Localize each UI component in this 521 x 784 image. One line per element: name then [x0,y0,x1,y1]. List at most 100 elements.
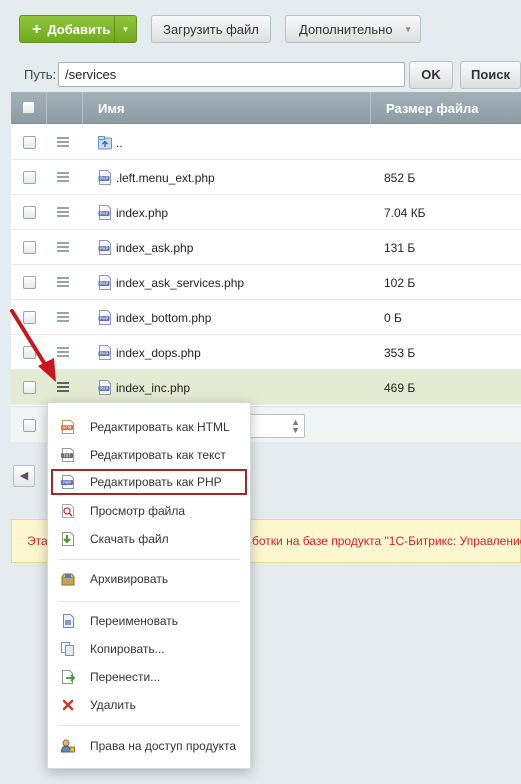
select-all-checkbox[interactable] [22,101,35,114]
add-dropdown-arrow-icon[interactable]: ▼ [114,16,136,42]
row-checkbox[interactable] [23,206,36,219]
table-row[interactable]: PHP .left.menu_ext.php 852 Б [11,160,521,195]
file-name[interactable]: index_inc.php [116,381,190,395]
menu-separator [58,601,240,602]
select-arrows-icon: ▲ ▼ [291,417,300,435]
row-checkbox[interactable] [23,241,36,254]
menu-separator [58,559,240,560]
file-size: 852 Б [384,171,416,185]
svg-text:PHP: PHP [100,176,109,181]
file-size: 0 Б [384,311,402,325]
upload-file-button[interactable]: Загрузить файл [151,15,271,43]
menu-separator [58,725,240,726]
svg-text:PHP: PHP [100,316,109,321]
view-file-icon [62,504,74,518]
delete-icon [62,699,74,711]
file-name[interactable]: index_bottom.php [116,311,211,325]
menu-item-label: Перенести... [90,670,161,684]
svg-text:PHP: PHP [100,281,109,286]
header-name-cell[interactable]: Имя [83,92,371,124]
menu-item-delete[interactable]: Удалить [51,692,247,718]
menu-item-copy[interactable]: Копировать... [51,636,247,662]
folder-up-icon [98,136,112,150]
php-file-icon: PHP [98,345,111,360]
column-name-header: Имя [98,101,125,116]
menu-item-download[interactable]: Скачать файл [51,526,247,552]
table-row[interactable]: PHP index.php 7.04 КБ [11,195,521,230]
table-header: Имя Размер файла [11,92,521,124]
menu-item-access-rights[interactable]: Права на доступ продукта [51,733,247,759]
file-size: 469 Б [384,381,416,395]
more-button-label: Дополнительно [299,22,393,37]
svg-text:PHP: PHP [100,386,109,391]
table-row[interactable]: PHP index_ask.php 131 Б [11,230,521,265]
footer-checkbox[interactable] [23,419,36,432]
menu-item-rename[interactable]: Переименовать [51,608,247,634]
prev-page-button[interactable]: ◀ [13,465,35,487]
table-row-selected[interactable]: PHP index_inc.php 469 Б [11,370,521,405]
row-menu-icon[interactable] [57,242,69,252]
menu-item-edit-text[interactable]: TXT Редактировать как текст [51,442,247,468]
menu-item-label: Редактировать как HTML [90,420,230,434]
more-button[interactable]: Дополнительно ▼ [285,15,421,43]
row-menu-icon[interactable] [57,207,69,217]
file-table: Имя Размер файла .. PHP .left.menu_ext.p… [11,92,521,442]
file-name[interactable]: index_ask.php [116,241,193,255]
search-button[interactable]: Поиск [460,61,521,89]
table-row[interactable]: .. [11,125,521,160]
row-checkbox[interactable] [23,276,36,289]
header-checkbox-cell [11,92,47,124]
php-file-icon: PHP [98,205,111,220]
file-name[interactable]: index_ask_services.php [116,276,244,290]
menu-item-move[interactable]: Перенести... [51,664,247,690]
menu-item-label: Просмотр файла [90,504,186,518]
file-name[interactable]: .left.menu_ext.php [116,171,215,185]
menu-item-view-file[interactable]: Просмотр файла [51,498,247,524]
svg-text:PHP: PHP [100,351,109,356]
ok-button[interactable]: OK [409,61,453,89]
move-icon [62,670,75,684]
context-menu: HTM Редактировать как HTML TXT Редактиро… [47,402,251,769]
file-name[interactable]: index.php [116,206,168,220]
svg-text:PHP: PHP [100,246,109,251]
column-size-header: Размер файла [386,101,479,116]
access-rights-icon [61,739,75,753]
menu-item-edit-php[interactable]: PHP Редактировать как PHP [51,469,247,495]
action-select[interactable]: ▲ ▼ [243,414,305,438]
row-menu-icon[interactable] [57,277,69,287]
row-checkbox[interactable] [23,171,36,184]
notice-text-right: ботки на базе продукта "1С-Битрикс: Упра… [252,534,521,548]
table-row[interactable]: PHP index_ask_services.php 102 Б [11,265,521,300]
chevron-left-icon: ◀ [19,470,29,482]
notice-text-left: Эта [27,534,48,548]
menu-item-label: Архивировать [90,572,169,586]
table-row[interactable]: PHP index_bottom.php 0 Б [11,300,521,335]
table-row[interactable]: PHP index_dops.php 353 Б [11,335,521,370]
file-size: 7.04 КБ [384,206,426,220]
php-file-icon: PHP [98,170,111,185]
svg-text:PHP: PHP [100,211,109,216]
row-menu-icon[interactable] [57,137,69,147]
add-button-label: Добавить [47,22,111,37]
row-checkbox[interactable] [23,136,36,149]
path-input[interactable] [58,62,405,87]
copy-icon [61,642,74,656]
add-button[interactable]: + Добавить ▼ [19,15,137,43]
menu-item-label: Переименовать [90,614,178,628]
php-file-icon: PHP [98,275,111,290]
header-size-cell[interactable]: Размер файла [371,92,521,124]
php-file-icon: PHP [98,310,111,325]
menu-item-archive[interactable]: Архивировать [51,566,247,592]
file-name[interactable]: .. [116,136,123,150]
svg-text:PHP: PHP [63,480,71,485]
plus-icon: + [32,21,42,38]
row-menu-icon[interactable] [57,172,69,182]
html-edit-icon: HTM [61,420,74,434]
php-edit-icon: PHP [61,475,74,489]
svg-text:TXT: TXT [62,453,71,458]
svg-text:HTM: HTM [63,425,72,430]
file-name[interactable]: index_dops.php [116,346,201,360]
path-bar: Путь: OK Поиск [11,58,521,92]
menu-item-edit-html[interactable]: HTM Редактировать как HTML [51,414,247,440]
red-arrow-icon [10,309,56,382]
